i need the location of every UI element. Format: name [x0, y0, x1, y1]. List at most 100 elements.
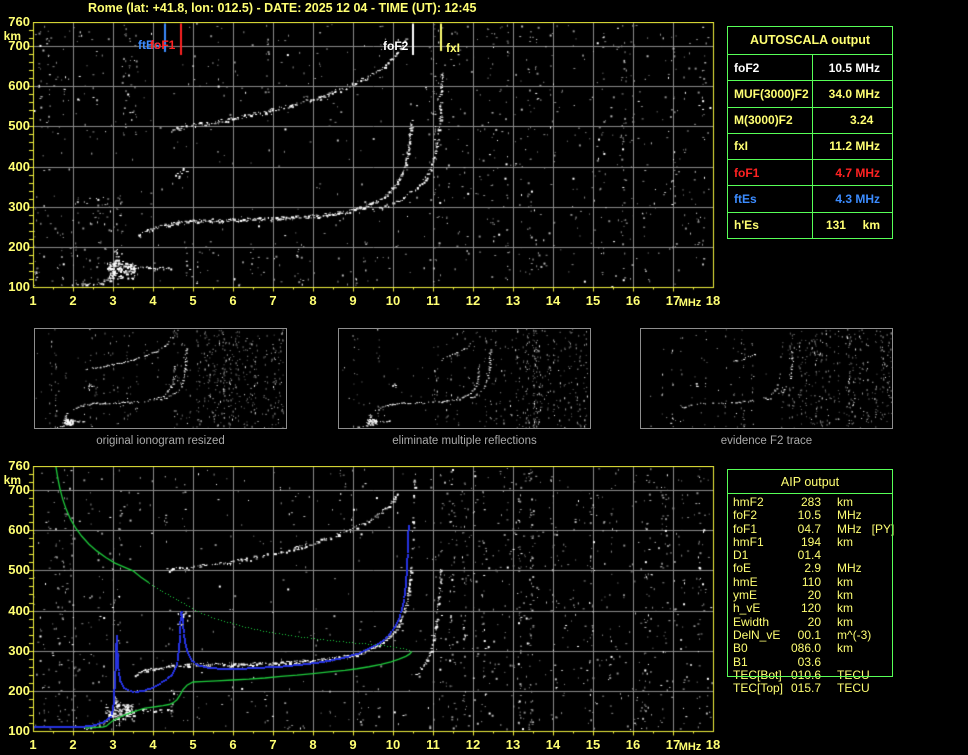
aip-table-rows: hmF2283kmfoF210.5MHzfoF104.7MHz[PY]hmF11… — [733, 496, 891, 695]
thumbnail-caption: evidence F2 trace — [640, 435, 893, 447]
x-tick-label: 5 — [178, 293, 208, 308]
x-tick-label: 3 — [98, 737, 128, 752]
autoscala-output-table: AUTOSCALA output foF210.5 MHzMUF(3000)F2… — [727, 26, 893, 239]
autoscala-row-label: ftEs — [728, 186, 813, 211]
aip-row-value: 04.7 — [789, 523, 821, 536]
aip-row-value: 20 — [789, 589, 821, 602]
aip-row-label: hmF1 — [733, 536, 789, 549]
x-tick-label: 5 — [178, 737, 208, 752]
autoscala-output-screen: Rome (lat: +41.8, lon: 012.5) - DATE: 20… — [0, 0, 968, 755]
x-axis-unit-label: MHz — [672, 297, 708, 309]
autoscala-row-value: 4.7 MHz — [813, 160, 892, 185]
aip-row-DelN_vE: DelN_vE00.1m^(-3) — [733, 629, 891, 642]
autoscala-row-foF1: foF14.7 MHz — [728, 159, 892, 185]
autoscala-table-rows: foF210.5 MHzMUF(3000)F234.0 MHzM(3000)F2… — [728, 55, 892, 238]
x-tick-label: 7 — [258, 293, 288, 308]
autoscala-row-M(3000)F2: M(3000)F23.24 — [728, 107, 892, 133]
aip-row-label: B1 — [733, 656, 789, 669]
autoscala-row-MUF(3000)F2: MUF(3000)F234.0 MHz — [728, 80, 892, 106]
thumbnail-eliminate-multiple-reflections — [338, 328, 591, 429]
autoscala-row-fxI: fxI11.2 MHz — [728, 133, 892, 159]
x-tick-label: 8 — [298, 737, 328, 752]
x-tick-label: 18 — [698, 293, 728, 308]
aip-row-unit: km — [837, 642, 853, 655]
aip-row-unit: km — [837, 576, 853, 589]
x-tick-label: 9 — [338, 737, 368, 752]
aip-row-unit: km — [837, 616, 853, 629]
aip-row-value: 086.0 — [789, 642, 821, 655]
aip-row-value: 20 — [789, 616, 821, 629]
autoscala-row-label: foF1 — [728, 160, 813, 185]
aip-row-value: 120 — [789, 602, 821, 615]
aip-row-value: 03.6 — [789, 656, 821, 669]
autoscala-table-title: AUTOSCALA output — [728, 27, 892, 55]
aip-row-hmE: hmE110km — [733, 576, 891, 589]
aip-row-label: Ewidth — [733, 616, 789, 629]
aip-table-title: AIP output — [728, 470, 892, 494]
aip-row-label: TEC[Top] — [733, 682, 789, 695]
aip-row-value: 010.6 — [789, 669, 821, 682]
y-tick-label: 760 — [0, 459, 30, 473]
x-tick-label: 10 — [378, 737, 408, 752]
y-tick-label: 500 — [0, 119, 30, 133]
x-tick-label: 8 — [298, 293, 328, 308]
x-tick-label: 12 — [458, 293, 488, 308]
aip-row-B0: B0086.0 km — [733, 642, 891, 655]
y-tick-label: 700 — [0, 39, 30, 53]
aip-row-ymE: ymE20km — [733, 589, 891, 602]
aip-row-label: foF2 — [733, 509, 789, 522]
aip-row-h_vE: h_vE120km — [733, 602, 891, 615]
y-tick-label: 300 — [0, 644, 30, 658]
autoscala-row-label: foF2 — [728, 55, 813, 80]
aip-row-foF1: foF104.7MHz[PY] — [733, 523, 891, 536]
autoscala-row-value: 131 km — [813, 213, 892, 238]
aip-row-value: 10.5 — [789, 509, 821, 522]
aip-row-hmF1: hmF1194 km — [733, 536, 891, 549]
aip-row-label: DelN_vE — [733, 629, 789, 642]
thumbnail-original-ionogram — [34, 328, 287, 429]
x-tick-label: 15 — [578, 737, 608, 752]
aip-row-foE: foE2.9MHz — [733, 562, 891, 575]
aip-row-label: TEC[Bot] — [733, 669, 789, 682]
aip-row-foF2: foF210.5MHz — [733, 509, 891, 522]
x-tick-label: 4 — [138, 737, 168, 752]
y-tick-label: 200 — [0, 684, 30, 698]
x-tick-label: 18 — [698, 737, 728, 752]
aip-row-label: hmF2 — [733, 496, 789, 509]
x-tick-label: 1 — [18, 293, 48, 308]
aip-row-value: 01.4 — [789, 549, 821, 562]
autoscala-row-label: h'Es — [728, 213, 813, 238]
y-tick-label: 100 — [0, 280, 30, 294]
x-tick-label: 11 — [418, 293, 448, 308]
aip-row-unit: km — [837, 536, 853, 549]
thumbnail-evidence-f2-trace — [640, 328, 893, 429]
x-tick-label: 4 — [138, 293, 168, 308]
autoscala-row-label: fxI — [728, 134, 813, 159]
x-tick-label: 16 — [618, 737, 648, 752]
autoscala-row-value: 3.24 — [813, 108, 892, 133]
aip-row-label: hmE — [733, 576, 789, 589]
y-tick-label: 300 — [0, 200, 30, 214]
aip-row-value: 194 — [789, 536, 821, 549]
x-tick-label: 12 — [458, 737, 488, 752]
autoscala-row-h'Es: h'Es131 km — [728, 212, 892, 238]
x-tick-label: 14 — [538, 293, 568, 308]
aip-row-label: B0 — [733, 642, 789, 655]
y-tick-label: 600 — [0, 79, 30, 93]
aip-row-value: 2.9 — [789, 562, 821, 575]
x-tick-label: 1 — [18, 737, 48, 752]
y-tick-label: 100 — [0, 724, 30, 738]
x-tick-label: 14 — [538, 737, 568, 752]
y-tick-label: 400 — [0, 160, 30, 174]
y-tick-label: 200 — [0, 240, 30, 254]
aip-row-unit: km — [837, 602, 853, 615]
autoscala-row-foF2: foF210.5 MHz — [728, 55, 892, 80]
aip-row-unit: km — [837, 589, 853, 602]
thumbnail-caption: original ionogram resized — [34, 435, 287, 447]
aip-row-D1: D101.4 — [733, 549, 891, 562]
aip-row-unit: TECU — [837, 682, 870, 695]
aip-row-B1: B103.6 — [733, 656, 891, 669]
x-tick-label: 15 — [578, 293, 608, 308]
x-tick-label: 16 — [618, 293, 648, 308]
aip-row-TEC[Top]: TEC[Top]015.7TECU — [733, 682, 891, 695]
